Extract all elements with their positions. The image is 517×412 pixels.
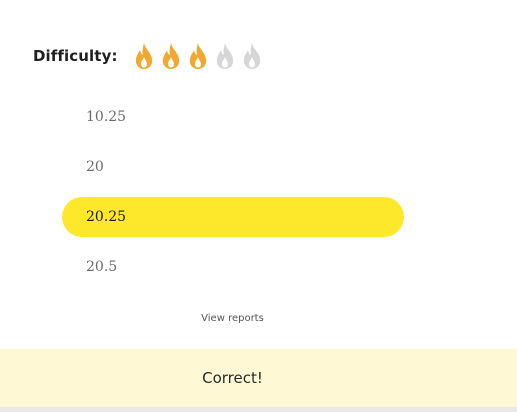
feedback-text: Correct! [202,369,263,387]
difficulty-rating [132,42,264,70]
answer-options: 10.25 20 20.25 20.5 [62,97,404,297]
divider [0,407,517,412]
flame-icon [162,43,179,69]
difficulty-row: Difficulty: [33,41,264,71]
flame-icon [135,43,152,69]
flame-icon [189,43,206,69]
view-reports-link[interactable]: View reports [0,313,465,324]
answer-option[interactable]: 20.5 [62,247,404,287]
difficulty-label: Difficulty: [33,47,118,65]
answer-option[interactable]: 20.25 [62,197,404,237]
answer-option[interactable]: 10.25 [62,97,404,137]
flame-icon [243,43,260,69]
feedback-bar: Correct! [0,349,517,407]
answer-option[interactable]: 20 [62,147,404,187]
flame-icon [216,43,233,69]
